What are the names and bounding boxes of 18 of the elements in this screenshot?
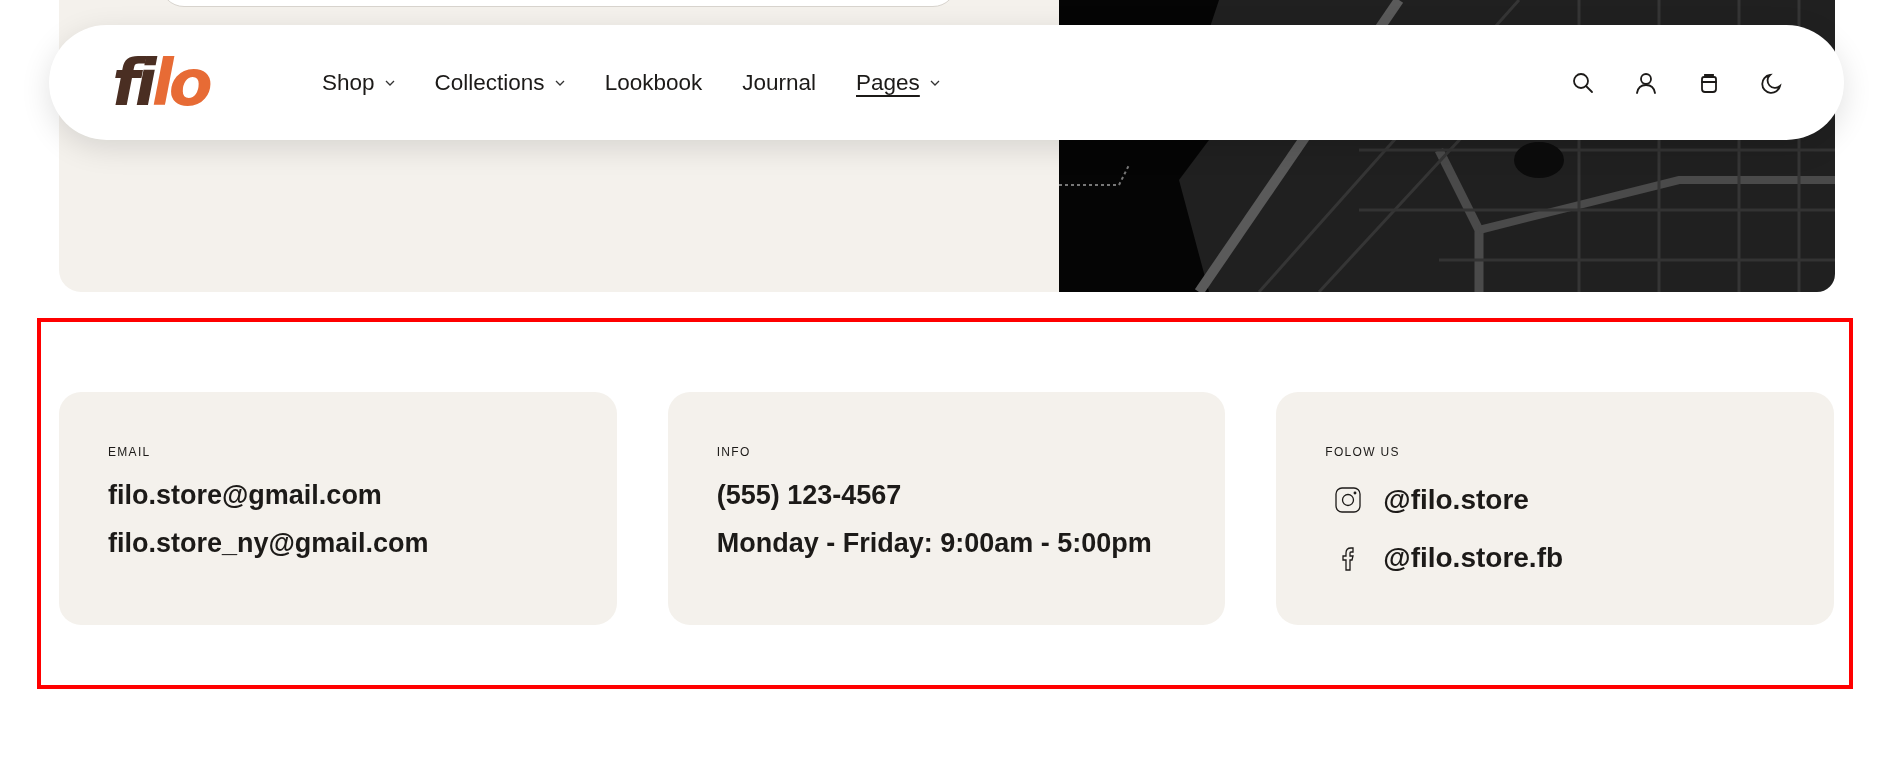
nav-link[interactable]: Journal xyxy=(742,65,816,100)
contact-detail: filo.store@gmail.com xyxy=(108,479,383,512)
contact-detail: filo.store_ny@gmail.com xyxy=(108,527,430,560)
nav-link[interactable]: Pages xyxy=(856,65,940,100)
contact-detail: (555) 123-4567 xyxy=(716,479,903,512)
card-label: INFO xyxy=(716,445,752,459)
search-button[interactable] xyxy=(1571,70,1595,95)
social-link[interactable]: @filo.store xyxy=(1383,484,1529,516)
contact-detail: Monday - Friday: 9:00am - 5:00pm xyxy=(716,527,1153,560)
nav-link[interactable]: Shop xyxy=(322,65,395,100)
social-link[interactable]: @filo.store.fb xyxy=(1383,542,1564,574)
nav-link[interactable]: Collections xyxy=(434,65,565,100)
card-label: EMAIL xyxy=(108,445,152,459)
card-label: FOLOW US xyxy=(1325,445,1401,459)
account-button[interactable] xyxy=(1634,70,1658,95)
instagram-icon xyxy=(1335,487,1362,513)
logo[interactable]: filo xyxy=(112,50,262,115)
nav-link[interactable]: Lookbook xyxy=(604,65,703,100)
